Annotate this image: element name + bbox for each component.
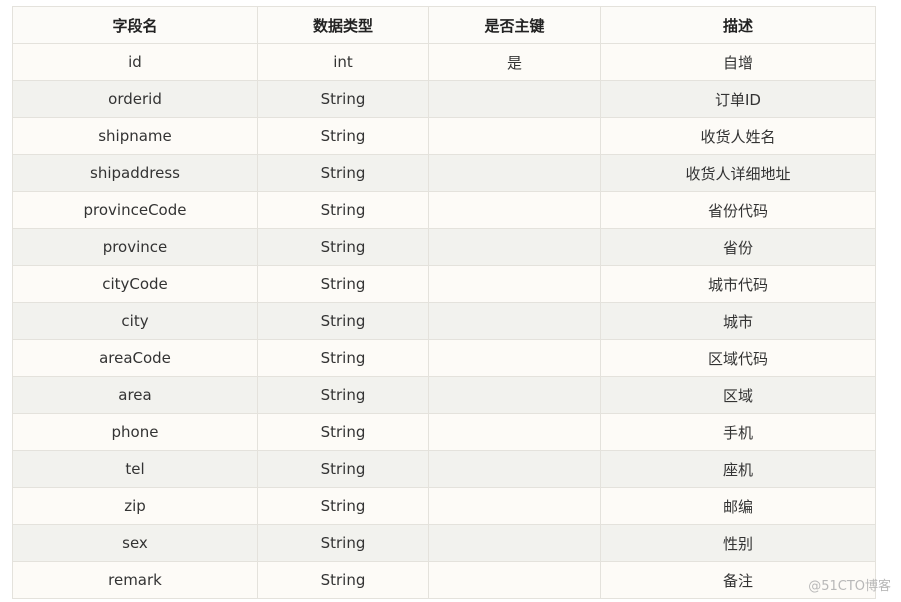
cell-field-name: shipaddress xyxy=(12,154,258,192)
table-row: sex String 性别 xyxy=(12,524,876,562)
cell-data-type: String xyxy=(257,561,429,599)
table-row: phone String 手机 xyxy=(12,413,876,451)
cell-description: 邮编 xyxy=(600,487,876,525)
cell-field-name: areaCode xyxy=(12,339,258,377)
table-header: 字段名 数据类型 是否主键 描述 xyxy=(12,6,876,44)
header-description: 描述 xyxy=(600,6,876,44)
cell-primary-key xyxy=(428,191,601,229)
cell-primary-key xyxy=(428,450,601,488)
cell-field-name: provinceCode xyxy=(12,191,258,229)
table-row: tel String 座机 xyxy=(12,450,876,488)
cell-data-type: String xyxy=(257,487,429,525)
cell-data-type: String xyxy=(257,265,429,303)
cell-description: 城市 xyxy=(600,302,876,340)
cell-field-name: remark xyxy=(12,561,258,599)
cell-data-type: String xyxy=(257,154,429,192)
field-table: 字段名 数据类型 是否主键 描述 id int 是自增 orderid String 订单… xyxy=(12,6,876,599)
cell-primary-key xyxy=(428,339,601,377)
cell-data-type: String xyxy=(257,524,429,562)
cell-data-type: String xyxy=(257,80,429,118)
cell-field-name: zip xyxy=(12,487,258,525)
cell-description: 自增 xyxy=(600,43,876,81)
cell-primary-key xyxy=(428,302,601,340)
header-data-type: 数据类型 xyxy=(257,6,429,44)
table-row: area String 区域 xyxy=(12,376,876,414)
cell-data-type: String xyxy=(257,413,429,451)
cell-data-type: String xyxy=(257,228,429,266)
cell-primary-key xyxy=(428,265,601,303)
cell-field-name: orderid xyxy=(12,80,258,118)
cell-field-name: shipname xyxy=(12,117,258,155)
cell-primary-key xyxy=(428,561,601,599)
cell-field-name: province xyxy=(12,228,258,266)
cell-primary-key xyxy=(428,413,601,451)
header-field-name: 字段名 xyxy=(12,6,258,44)
cell-data-type: String xyxy=(257,339,429,377)
table-row: zip String 邮编 xyxy=(12,487,876,525)
cell-data-type: String xyxy=(257,450,429,488)
cell-data-type: String xyxy=(257,191,429,229)
table-row: city String 城市 xyxy=(12,302,876,340)
cell-field-name: area xyxy=(12,376,258,414)
cell-description: 订单ID xyxy=(600,80,876,118)
cell-description: 性别 xyxy=(600,524,876,562)
cell-description: 省份 xyxy=(600,228,876,266)
cell-field-name: cityCode xyxy=(12,265,258,303)
cell-primary-key xyxy=(428,80,601,118)
cell-field-name: phone xyxy=(12,413,258,451)
cell-description: 手机 xyxy=(600,413,876,451)
cell-description: 收货人详细地址 xyxy=(600,154,876,192)
cell-primary-key xyxy=(428,228,601,266)
cell-description: 城市代码 xyxy=(600,265,876,303)
cell-primary-key xyxy=(428,117,601,155)
cell-data-type: String xyxy=(257,117,429,155)
cell-data-type: String xyxy=(257,376,429,414)
table-body: id int 是自增 orderid String 订单ID shipname String 收… xyxy=(12,43,876,599)
cell-description: 区域 xyxy=(600,376,876,414)
cell-field-name: city xyxy=(12,302,258,340)
cell-primary-key: 是 xyxy=(428,43,601,81)
cell-primary-key xyxy=(428,376,601,414)
table-row: shipaddress String 收货人详细地址 xyxy=(12,154,876,192)
header-row: 字段名 数据类型 是否主键 描述 xyxy=(12,6,876,44)
table-row: shipname String 收货人姓名 xyxy=(12,117,876,155)
cell-description: 收货人姓名 xyxy=(600,117,876,155)
table-row: remark String 备注 xyxy=(12,561,876,599)
table-row: areaCode String 区域代码 xyxy=(12,339,876,377)
field-table-container: 字段名 数据类型 是否主键 描述 id int 是自增 orderid String 订单… xyxy=(12,6,876,599)
table-row: provinceCode String 省份代码 xyxy=(12,191,876,229)
cell-description: 区域代码 xyxy=(600,339,876,377)
cell-primary-key xyxy=(428,487,601,525)
table-row: province String 省份 xyxy=(12,228,876,266)
cell-description: 省份代码 xyxy=(600,191,876,229)
table-row: id int 是自增 xyxy=(12,43,876,81)
header-primary-key: 是否主键 xyxy=(428,6,601,44)
table-row: cityCode String 城市代码 xyxy=(12,265,876,303)
cell-field-name: sex xyxy=(12,524,258,562)
cell-field-name: id xyxy=(12,43,258,81)
cell-data-type: int xyxy=(257,43,429,81)
cell-field-name: tel xyxy=(12,450,258,488)
cell-data-type: String xyxy=(257,302,429,340)
cell-primary-key xyxy=(428,154,601,192)
table-row: orderid String 订单ID xyxy=(12,80,876,118)
cell-description: 座机 xyxy=(600,450,876,488)
watermark: @51CTO博客 xyxy=(808,579,891,594)
cell-primary-key xyxy=(428,524,601,562)
